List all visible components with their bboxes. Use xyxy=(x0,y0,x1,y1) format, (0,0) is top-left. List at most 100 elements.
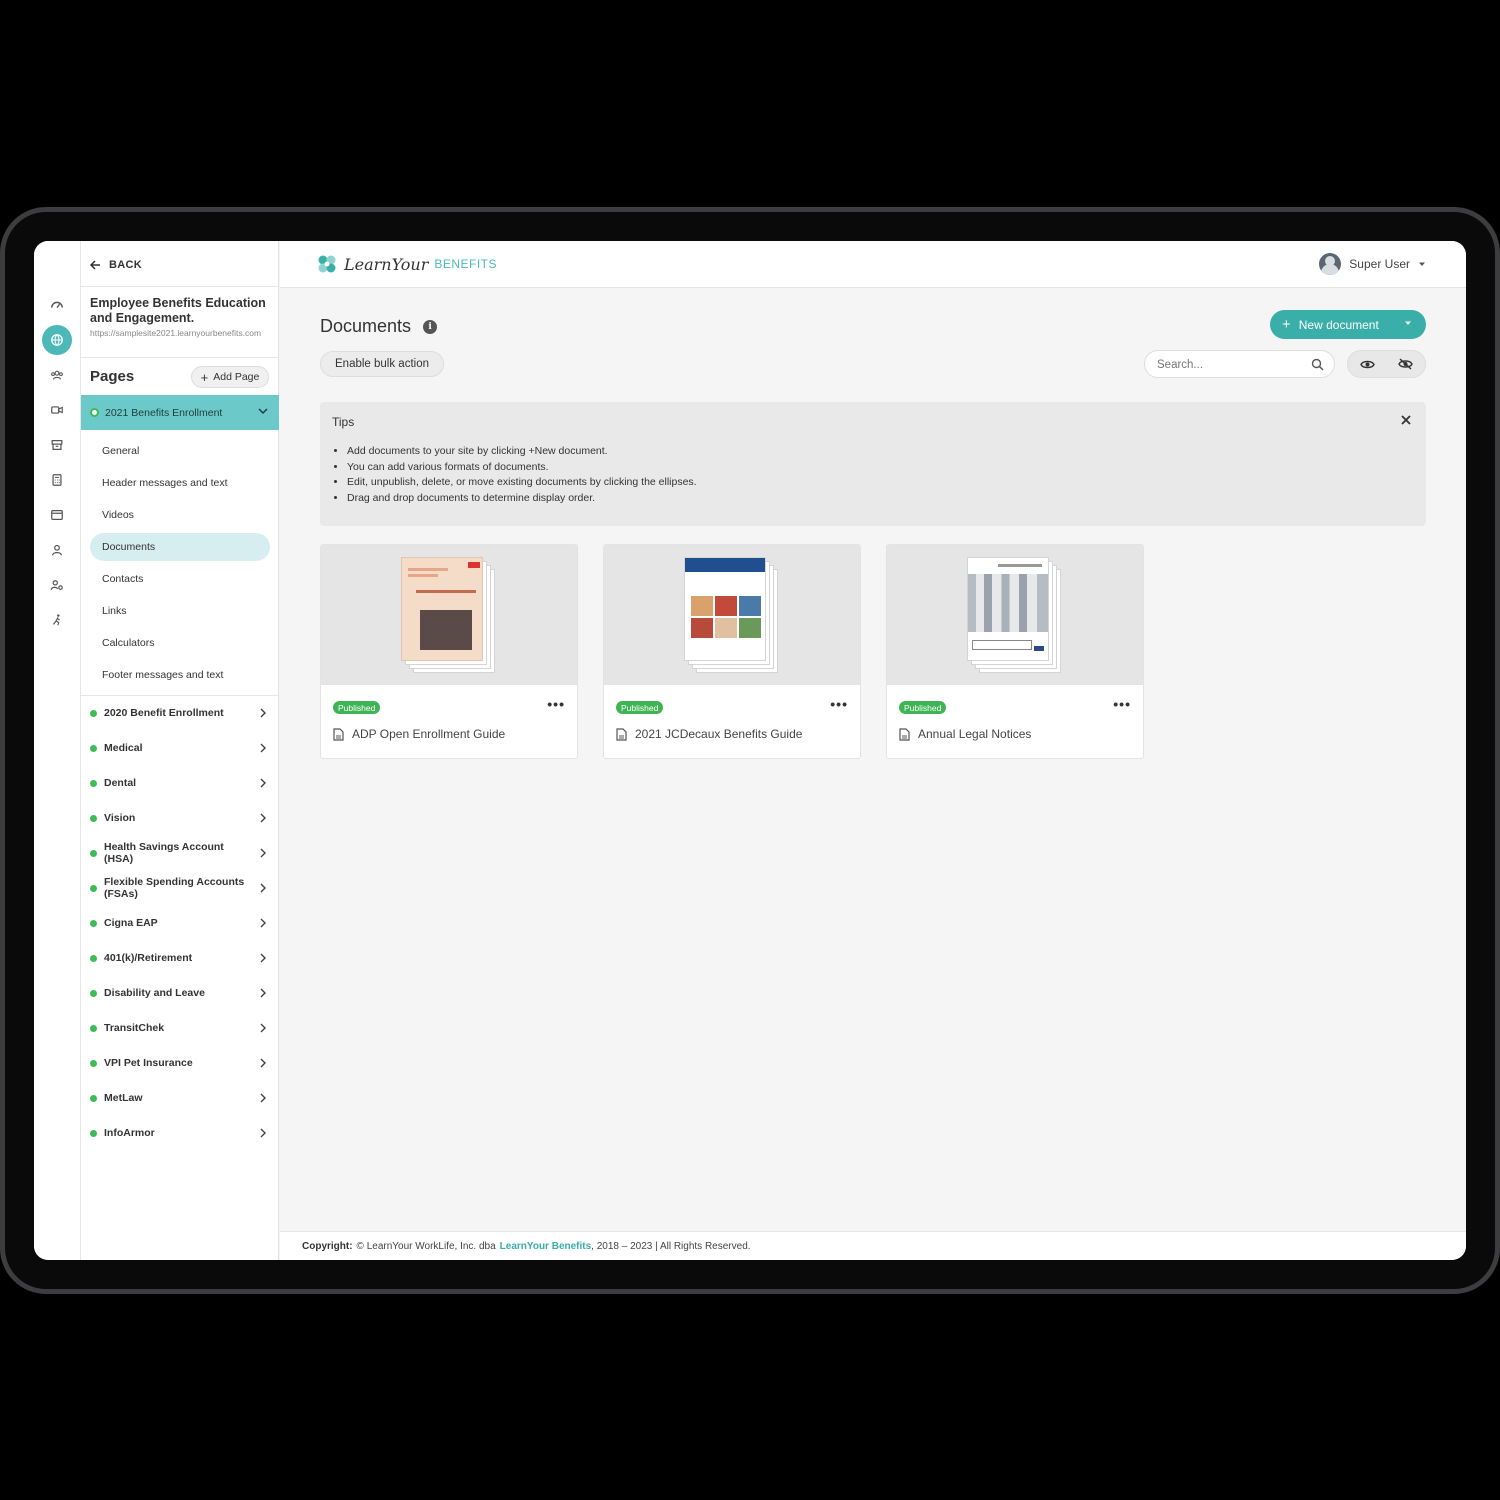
tip-item: You can add various formats of documents… xyxy=(347,460,697,476)
section-item[interactable]: TransitChek xyxy=(90,1014,270,1042)
new-document-button[interactable]: + New document xyxy=(1270,310,1426,339)
document-card[interactable]: Published ••• Annual Legal Notices xyxy=(886,544,1144,759)
section-item[interactable]: Dental xyxy=(90,769,270,797)
section-item[interactable]: Cigna EAP xyxy=(90,909,270,937)
page-title-text: Documents xyxy=(320,316,412,336)
subitem-header-messages[interactable]: Header messages and text xyxy=(90,469,270,497)
document-title: ADP Open Enrollment Guide xyxy=(333,727,505,741)
section-item[interactable]: InfoArmor xyxy=(90,1119,270,1147)
ellipsis-menu-icon[interactable]: ••• xyxy=(1113,696,1131,712)
document-card[interactable]: Published ••• ADP Open Enrollment Guide xyxy=(320,544,578,759)
section-item[interactable]: Flexible Spending Accounts (FSAs) xyxy=(90,874,270,902)
section-label: Vision xyxy=(104,812,136,824)
subitem-label: General xyxy=(102,445,140,457)
status-dot xyxy=(90,408,99,417)
section-label: Disability and Leave xyxy=(104,987,205,999)
section-label: 401(k)/Retirement xyxy=(104,952,193,964)
status-badge: Published xyxy=(333,701,381,714)
search-box xyxy=(1144,350,1335,378)
back-button[interactable]: BACK xyxy=(89,255,142,275)
run-figure-icon[interactable] xyxy=(42,605,72,635)
section-item[interactable]: Medical xyxy=(90,734,270,762)
divider xyxy=(81,357,279,358)
footer: Copyright: © LearnYour WorkLife, Inc. db… xyxy=(280,1231,1466,1260)
chevron-right-icon xyxy=(260,883,266,893)
tip-item: Drag and drop documents to determine dis… xyxy=(347,491,697,507)
document-title-text: 2021 JCDecaux Benefits Guide xyxy=(635,727,803,741)
section-label: TransitChek xyxy=(104,1022,165,1034)
users-group-icon[interactable] xyxy=(42,360,72,390)
status-dot xyxy=(90,1129,97,1137)
chevron-right-icon xyxy=(260,918,266,928)
user-settings-icon[interactable] xyxy=(42,570,72,600)
section-item[interactable]: Disability and Leave xyxy=(90,979,270,1007)
video-camera-icon[interactable] xyxy=(42,395,72,425)
plus-icon: + xyxy=(200,369,209,385)
section-item[interactable]: VPI Pet Insurance xyxy=(90,1049,270,1077)
document-preview xyxy=(967,557,1063,675)
search-input[interactable] xyxy=(1157,356,1307,373)
section-item[interactable]: MetLaw xyxy=(90,1084,270,1112)
arrow-left-icon xyxy=(89,260,100,270)
back-label: BACK xyxy=(109,259,142,271)
subitem-footer-messages[interactable]: Footer messages and text xyxy=(90,661,270,689)
subitem-documents[interactable]: Documents xyxy=(90,533,270,561)
caret-down-icon xyxy=(1419,262,1425,266)
document-card[interactable]: Published ••• 2021 JCDecaux Benefits Gui… xyxy=(603,544,861,759)
avatar xyxy=(1319,253,1342,275)
top-bar: LearnYour BENEFITS Super User xyxy=(280,241,1466,288)
new-document-label: New document xyxy=(1298,317,1379,332)
calculator-icon[interactable] xyxy=(42,465,72,495)
status-dot xyxy=(90,989,97,997)
divider xyxy=(81,695,279,696)
document-thumbnail xyxy=(887,545,1143,685)
info-icon[interactable]: i xyxy=(423,319,438,334)
browser-window-icon[interactable] xyxy=(42,500,72,530)
enable-bulk-action-button[interactable]: Enable bulk action xyxy=(320,351,444,377)
subitem-label: Videos xyxy=(102,509,134,521)
add-page-button[interactable]: + Add Page xyxy=(191,366,269,388)
globe-icon[interactable] xyxy=(42,325,72,355)
archive-icon[interactable] xyxy=(42,430,72,460)
subitem-videos[interactable]: Videos xyxy=(90,501,270,529)
main-area: LearnYour BENEFITS Super User Documents … xyxy=(280,241,1466,1260)
dashboard-icon[interactable] xyxy=(42,290,72,320)
section-item[interactable]: Vision xyxy=(90,804,270,832)
search-icon[interactable] xyxy=(1311,358,1324,371)
copyright-prefix: © LearnYour WorkLife, Inc. dba xyxy=(356,1240,496,1252)
ellipsis-menu-icon[interactable]: ••• xyxy=(830,696,848,712)
subitem-general[interactable]: General xyxy=(90,437,270,465)
brand-link[interactable]: LearnYour Benefits xyxy=(500,1241,592,1252)
logo[interactable]: LearnYour BENEFITS xyxy=(316,253,497,275)
site-title: Employee Benefits Education and Engageme… xyxy=(90,296,266,325)
section-label: 2021 Benefits Enrollment xyxy=(105,406,223,419)
copyright-label: Copyright: xyxy=(302,1240,353,1252)
visibility-toggle xyxy=(1347,350,1426,378)
subitem-contacts[interactable]: Contacts xyxy=(90,565,270,593)
section-label: VPI Pet Insurance xyxy=(104,1057,193,1069)
chevron-right-icon xyxy=(260,813,266,823)
ellipsis-menu-icon[interactable]: ••• xyxy=(547,696,565,712)
section-item[interactable]: Health Savings Account (HSA) xyxy=(90,839,270,867)
site-url[interactable]: https://samplesite2021.learnyourbenefits… xyxy=(90,328,272,339)
caret-down-icon[interactable] xyxy=(1404,319,1412,327)
subitem-links[interactable]: Links xyxy=(90,597,270,625)
pages-heading: Pages xyxy=(90,368,135,385)
section-item[interactable]: 401(k)/Retirement xyxy=(90,944,270,972)
section-item[interactable]: 2020 Benefit Enrollment xyxy=(90,699,270,727)
close-icon[interactable] xyxy=(1400,414,1412,426)
user-menu[interactable]: Super User xyxy=(1319,253,1426,275)
copyright-suffix: , 2018 – 2023 | All Rights Reserved. xyxy=(591,1240,751,1252)
logo-caps: BENEFITS xyxy=(434,257,498,271)
show-published-button[interactable] xyxy=(1348,351,1387,377)
subitem-label: Links xyxy=(102,605,127,617)
subitem-calculators[interactable]: Calculators xyxy=(90,629,270,657)
section-2021-benefits-enrollment[interactable]: 2021 Benefits Enrollment xyxy=(81,395,279,430)
subitem-label: Footer messages and text xyxy=(102,669,224,681)
document-title-text: ADP Open Enrollment Guide xyxy=(352,727,506,741)
chevron-right-icon xyxy=(260,1128,266,1138)
chevron-right-icon xyxy=(260,1093,266,1103)
status-dot xyxy=(90,1024,97,1032)
user-icon[interactable] xyxy=(42,535,72,565)
show-unpublished-button[interactable] xyxy=(1387,351,1426,377)
